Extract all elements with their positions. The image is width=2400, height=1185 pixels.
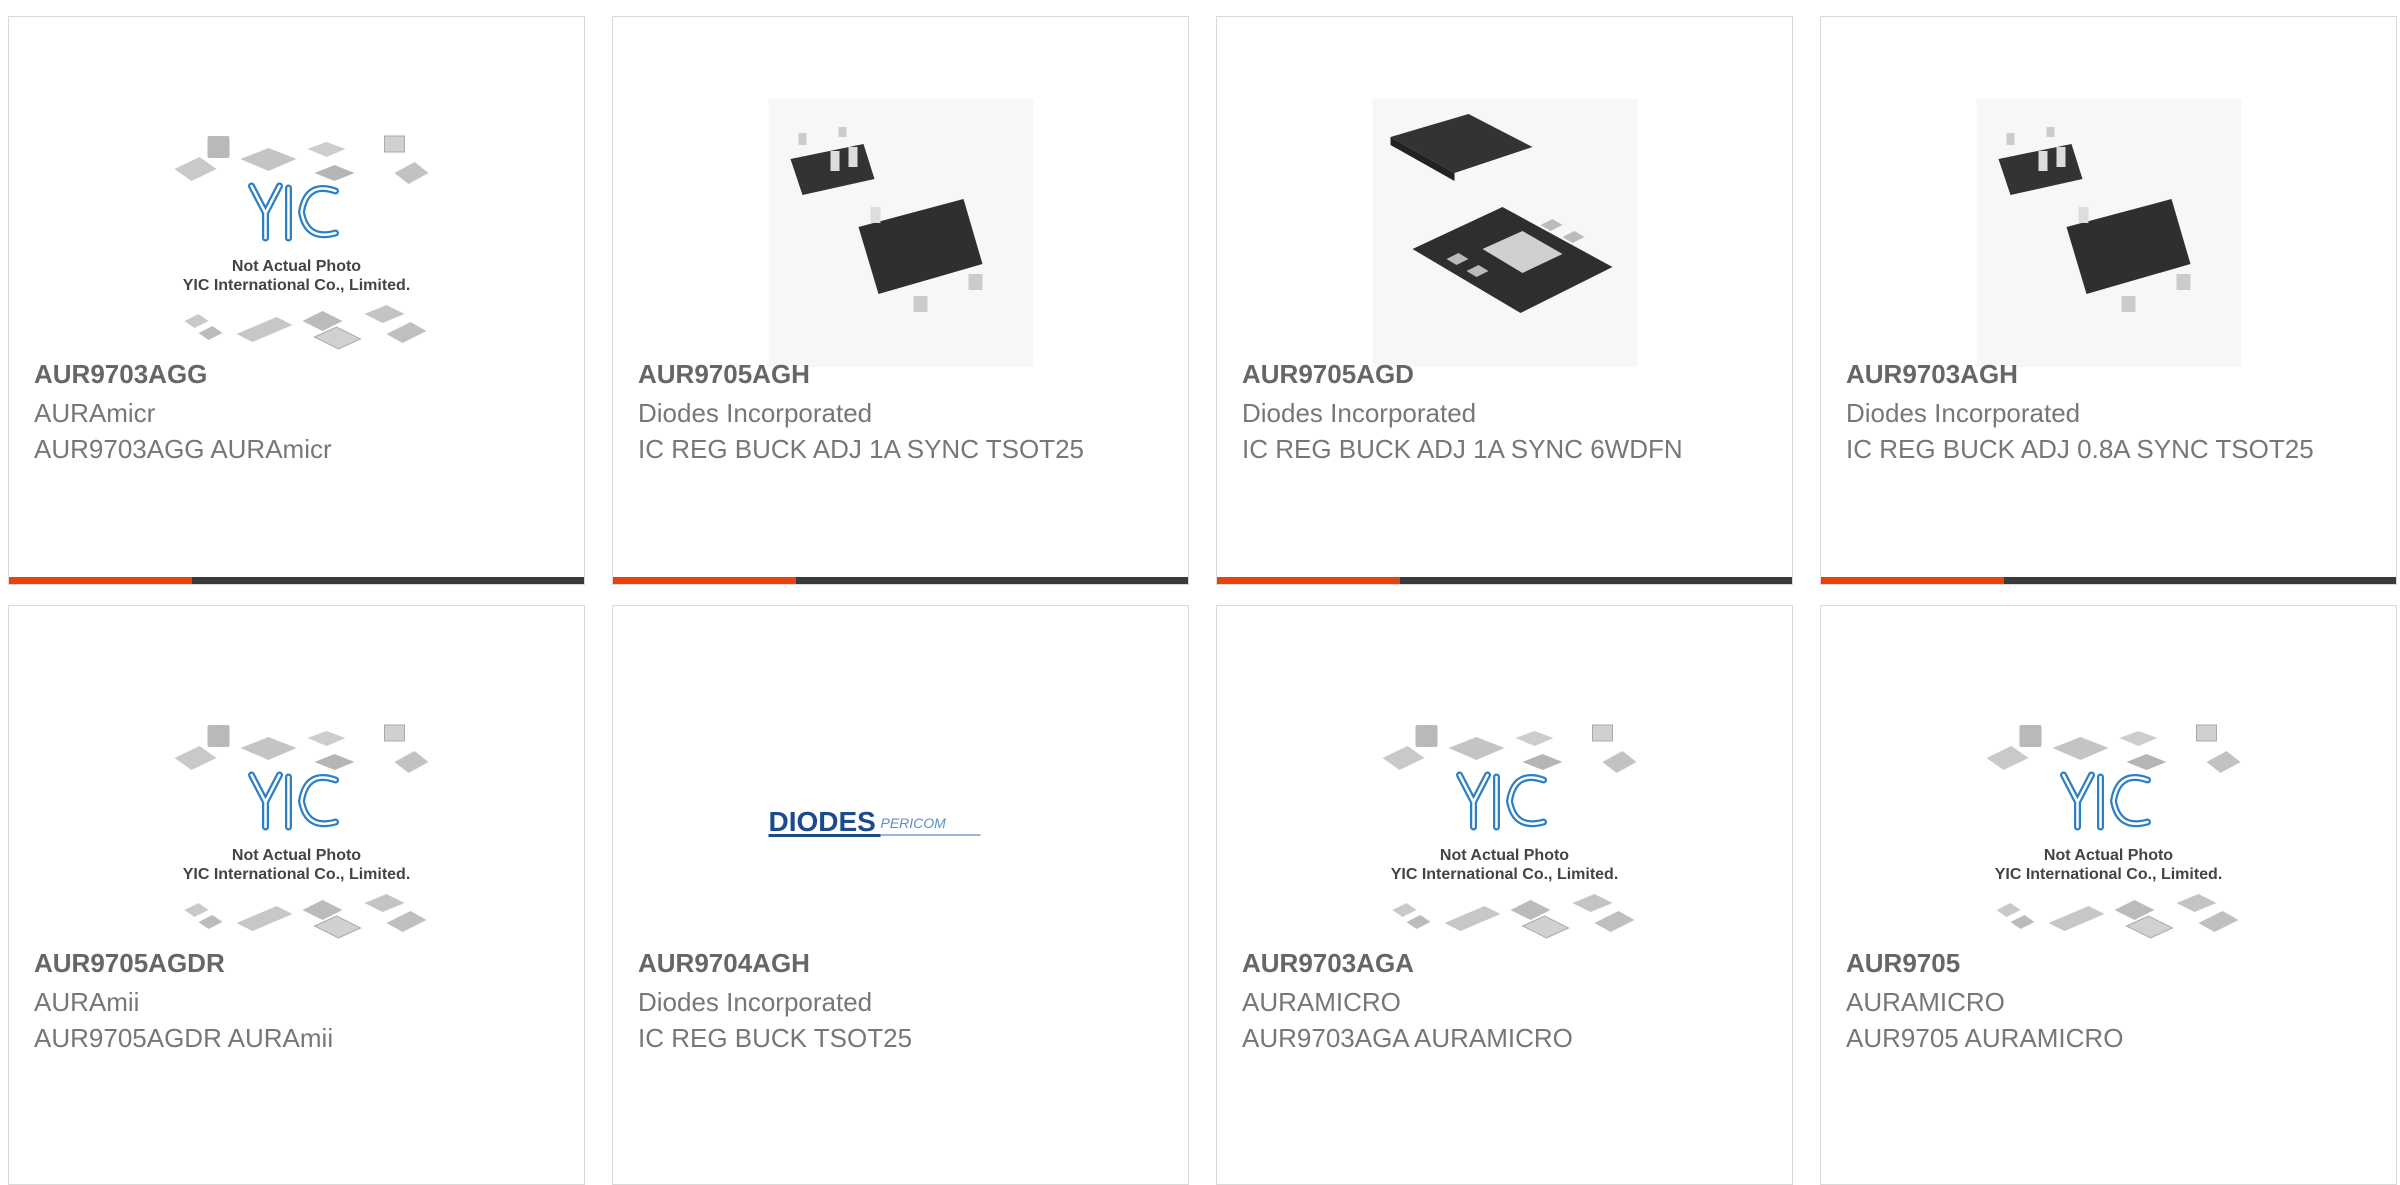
card-bottom-bar <box>9 577 584 584</box>
product-card[interactable]: DIODES PERICOM AUR9704AGH Diodes Incorpo… <box>612 605 1189 1185</box>
manufacturer: AURAmicr <box>34 398 156 428</box>
manufacturer: AURAMICRO <box>1242 987 1401 1017</box>
card-bottom-bar <box>613 577 1188 584</box>
description: IC REG BUCK TSOT25 <box>638 1023 913 1053</box>
part-number[interactable]: AUR9705AGDR <box>34 946 564 980</box>
placeholder-text-2: YIC International Co., Limited. <box>182 277 410 294</box>
manufacturer: Diodes Incorporated <box>638 398 873 428</box>
part-number[interactable]: AUR9703AGA <box>1242 946 1772 980</box>
placeholder-text-1: Not Actual Photo <box>231 847 360 864</box>
product-image[interactable]: Not Actual Photo YIC International Co., … <box>164 99 429 367</box>
description: IC REG BUCK ADJ 1A SYNC 6WDFN <box>1242 434 1683 464</box>
product-image[interactable]: DIODES PERICOM <box>768 688 1033 956</box>
card-bottom-bar <box>1821 577 2396 584</box>
placeholder-text-2: YIC International Co., Limited. <box>1994 866 2222 883</box>
product-image[interactable] <box>1976 99 2241 367</box>
description: IC REG BUCK ADJ 1A SYNC TSOT25 <box>638 434 1084 464</box>
placeholder-text-2: YIC International Co., Limited. <box>182 866 410 883</box>
pericom-logo: PERICOM <box>880 815 946 831</box>
description: AUR9705 AURAMICRO <box>1846 1023 2124 1053</box>
product-card[interactable]: Not Actual Photo YIC International Co., … <box>8 605 585 1185</box>
manufacturer: Diodes Incorporated <box>1242 398 1477 428</box>
product-image[interactable] <box>768 99 1033 367</box>
manufacturer: AURAMICRO <box>1846 987 2005 1017</box>
part-number[interactable]: AUR9705AGH <box>638 357 1168 391</box>
part-number[interactable]: AUR9704AGH <box>638 946 1168 980</box>
manufacturer: Diodes Incorporated <box>638 987 873 1017</box>
product-image[interactable]: Not Actual Photo YIC International Co., … <box>1372 688 1637 956</box>
description: AUR9705AGDR AURAmii <box>34 1023 334 1053</box>
product-card[interactable]: Not Actual Photo YIC International Co., … <box>8 16 585 585</box>
card-bottom-bar <box>1217 577 1792 584</box>
part-number[interactable]: AUR9703AGH <box>1846 357 2376 391</box>
part-number[interactable]: AUR9705AGD <box>1242 357 1772 391</box>
product-image[interactable] <box>1372 99 1637 367</box>
product-image[interactable]: Not Actual Photo YIC International Co., … <box>1976 688 2241 956</box>
product-card[interactable]: AUR9705AGD Diodes Incorporated IC REG BU… <box>1216 16 1793 585</box>
product-image[interactable]: Not Actual Photo YIC International Co., … <box>164 688 429 956</box>
diodes-logo: DIODES <box>768 806 875 837</box>
description: IC REG BUCK ADJ 0.8A SYNC TSOT25 <box>1846 434 2314 464</box>
part-number[interactable]: AUR9705 <box>1846 946 2376 980</box>
manufacturer: AURAmii <box>34 987 140 1017</box>
manufacturer: Diodes Incorporated <box>1846 398 2081 428</box>
product-card[interactable]: AUR9703AGH Diodes Incorporated IC REG BU… <box>1820 16 2397 585</box>
product-card[interactable]: Not Actual Photo YIC International Co., … <box>1216 605 1793 1185</box>
product-card[interactable]: Not Actual Photo YIC International Co., … <box>1820 605 2397 1185</box>
placeholder-text-1: Not Actual Photo <box>231 258 360 275</box>
product-card[interactable]: AUR9705AGH Diodes Incorporated IC REG BU… <box>612 16 1189 585</box>
placeholder-text-1: Not Actual Photo <box>2043 847 2172 864</box>
description: AUR9703AGG AURAmicr <box>34 434 332 464</box>
part-number[interactable]: AUR9703AGG <box>34 357 564 391</box>
placeholder-text-2: YIC International Co., Limited. <box>1390 866 1618 883</box>
description: AUR9703AGA AURAMICRO <box>1242 1023 1573 1053</box>
placeholder-text-1: Not Actual Photo <box>1439 847 1568 864</box>
